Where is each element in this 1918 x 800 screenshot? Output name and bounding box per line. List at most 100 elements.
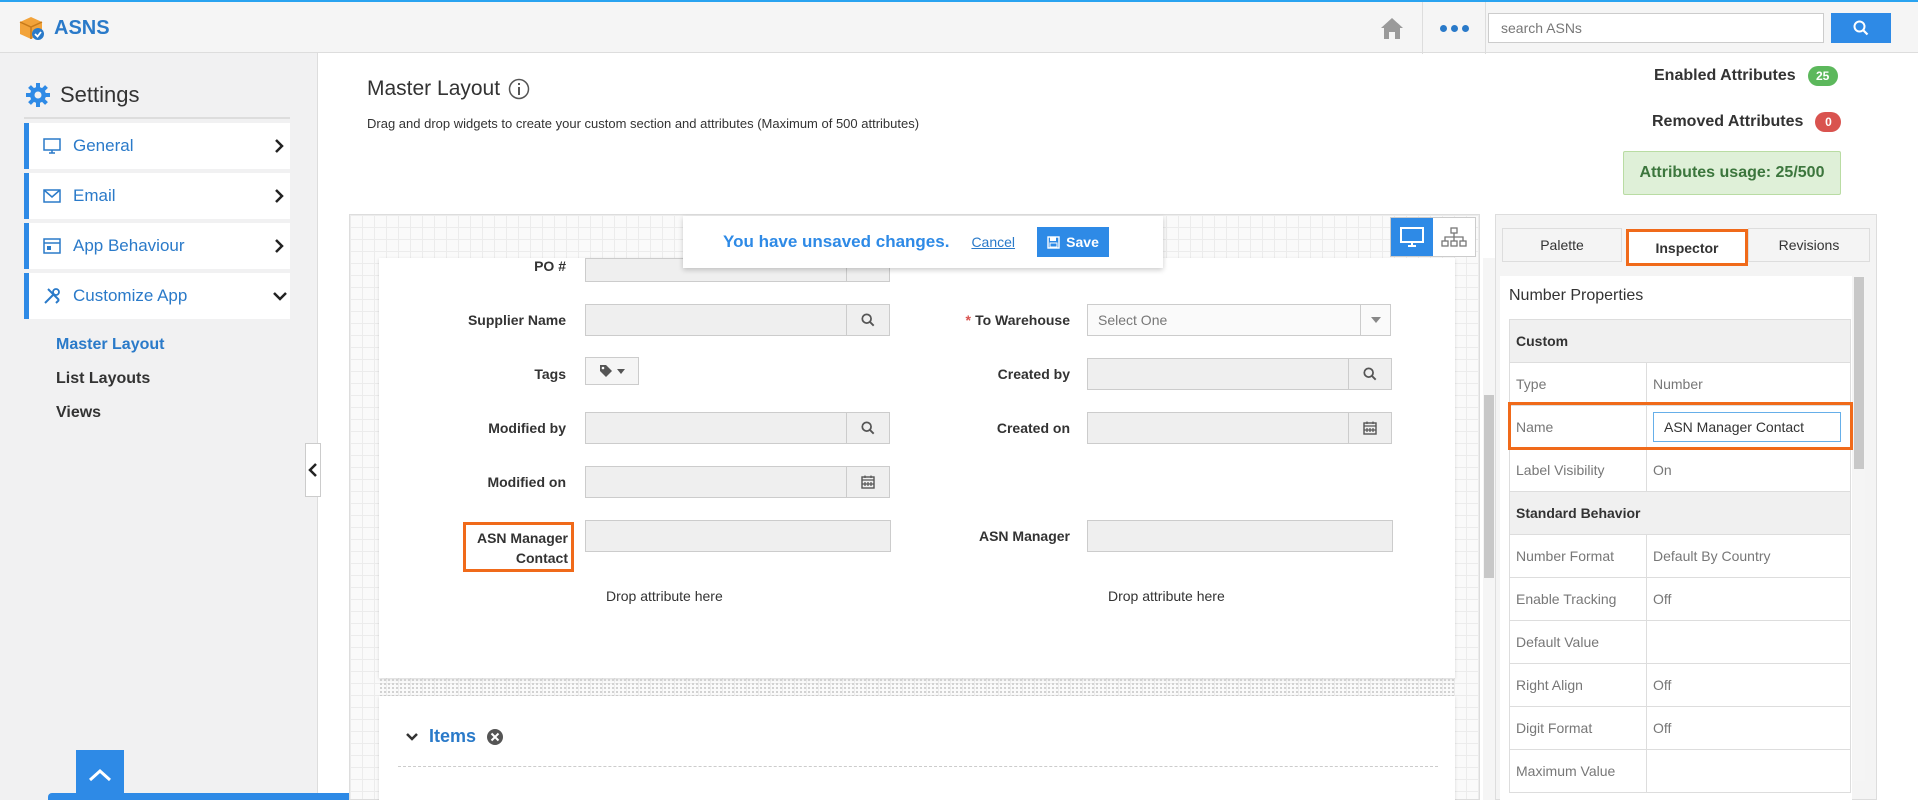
sidebar-item-label: General: [73, 136, 134, 155]
property-row-enable-tracking: Enable Tracking Off: [1509, 577, 1851, 621]
search-icon: [1853, 20, 1869, 36]
tab-revisions[interactable]: Revisions: [1748, 228, 1870, 262]
search-button[interactable]: [1831, 13, 1891, 43]
items-section-title: Items: [429, 726, 477, 746]
property-row-maximum-value: Maximum Value: [1509, 749, 1851, 793]
search-icon: [861, 313, 875, 327]
desktop-view-icon: [1400, 227, 1424, 247]
selected-field-highlight: [463, 522, 574, 572]
subnav-views[interactable]: Views: [56, 404, 101, 422]
home-button[interactable]: [1378, 14, 1408, 44]
section-divider: [379, 678, 1455, 696]
unsaved-message: You have unsaved changes.: [723, 232, 950, 251]
modified-on-field[interactable]: [585, 466, 847, 498]
app-title: ASNS: [54, 16, 110, 39]
property-row-right-align: Right Align Off: [1509, 663, 1851, 707]
field-label-asn-manager: ASN Manager: [978, 528, 1070, 544]
sidebar-item-customize-app[interactable]: Customize App: [24, 273, 290, 319]
supplier-name-field[interactable]: [585, 304, 847, 336]
sidebar-item-label: App Behaviour: [73, 236, 185, 255]
caret-down-icon: [617, 368, 625, 374]
tag-icon: [599, 364, 613, 378]
drop-zone-left[interactable]: Drop attribute here: [606, 588, 723, 604]
sidebar-item-general[interactable]: General: [24, 123, 290, 169]
info-icon[interactable]: [508, 78, 530, 100]
field-label-created-on: Created on: [996, 420, 1070, 436]
name-row-highlight: [1508, 402, 1853, 450]
section-header: Standard Behavior: [1509, 491, 1851, 535]
page-title: Master Layout: [367, 77, 530, 101]
gear-icon: [24, 81, 52, 109]
properties-table: Custom Type Number Name Label Visibility…: [1509, 319, 1851, 793]
to-warehouse-select[interactable]: Select One: [1087, 304, 1391, 336]
monitor-icon: [43, 138, 61, 154]
save-icon: [1047, 235, 1060, 249]
logo-box-icon: [16, 14, 46, 42]
unsaved-changes-bar: You have unsaved changes. Cancel Save: [683, 216, 1163, 268]
drop-zone-right[interactable]: Drop attribute here: [1108, 588, 1225, 604]
app-window-icon: [43, 238, 61, 254]
property-row-type: Type Number: [1509, 362, 1851, 406]
app-logo[interactable]: ASNS: [16, 14, 110, 42]
attributes-usage: Attributes usage: 25/500: [1623, 151, 1841, 195]
tools-icon: [43, 287, 61, 305]
field-label-to-warehouse: To Warehouse: [975, 312, 1070, 328]
chevron-down-icon: [272, 291, 288, 301]
chevron-right-icon: [274, 188, 284, 204]
top-bar: ASNS: [0, 0, 1918, 54]
search-input[interactable]: [1488, 13, 1824, 43]
settings-title: Settings: [60, 82, 140, 107]
field-label-created-by: Created by: [997, 366, 1070, 382]
created-by-field[interactable]: [1087, 358, 1349, 390]
section-header: Custom: [1509, 319, 1851, 363]
property-row-default-value: Default Value: [1509, 620, 1851, 664]
cancel-link[interactable]: Cancel: [971, 234, 1015, 250]
sidebar-item-app-behaviour[interactable]: App Behaviour: [24, 223, 290, 269]
asn-manager-field[interactable]: [1087, 520, 1393, 552]
settings-heading: Settings: [24, 81, 140, 109]
removed-count-badge: 0: [1815, 112, 1842, 132]
items-section: [379, 696, 1455, 800]
collapse-sidebar-button[interactable]: [305, 443, 321, 497]
inspector-scroll-thumb[interactable]: [1854, 277, 1864, 469]
save-button[interactable]: Save: [1037, 227, 1110, 257]
items-section-header[interactable]: Items: [405, 726, 504, 747]
modified-on-calendar-button[interactable]: [846, 466, 890, 498]
modified-by-field[interactable]: [585, 412, 847, 444]
field-label-tags: Tags: [534, 366, 566, 382]
canvas-scroll-thumb[interactable]: [1484, 395, 1494, 578]
modified-by-search-button[interactable]: [846, 412, 890, 444]
view-toggle: [1390, 217, 1476, 257]
settings-sidebar: Settings General Email App Behaviour Cus…: [0, 53, 396, 800]
field-label-modified-by: Modified by: [488, 420, 566, 436]
envelope-icon: [43, 189, 61, 203]
hierarchy-view-button[interactable]: [1433, 218, 1475, 256]
home-icon: [1378, 14, 1408, 42]
chevron-right-icon: [274, 138, 284, 154]
more-menu-button[interactable]: [1422, 2, 1486, 54]
calendar-icon: [861, 475, 875, 489]
supplier-search-button[interactable]: [846, 304, 890, 336]
remove-icon[interactable]: [486, 728, 504, 746]
chevron-left-icon: [308, 462, 318, 478]
tab-inspector[interactable]: Inspector: [1626, 229, 1748, 266]
created-by-search-button[interactable]: [1348, 358, 1392, 390]
sidebar-item-label: Customize App: [73, 286, 188, 305]
tags-dropdown[interactable]: [585, 357, 639, 385]
subnav-list-layouts[interactable]: List Layouts: [56, 370, 150, 388]
created-on-field[interactable]: [1087, 412, 1349, 444]
tab-palette[interactable]: Palette: [1502, 228, 1622, 262]
sidebar-item-label: Email: [73, 186, 116, 205]
properties-title: Number Properties: [1509, 287, 1644, 304]
bottom-bar: [48, 793, 396, 800]
subnav-master-layout[interactable]: Master Layout: [56, 336, 164, 354]
property-row-label-visibility: Label Visibility On: [1509, 448, 1851, 492]
field-label-modified-on: Modified on: [487, 474, 566, 490]
chevron-down-icon[interactable]: [405, 732, 419, 742]
asn-manager-contact-field[interactable]: [585, 520, 891, 552]
created-on-calendar-button[interactable]: [1348, 412, 1392, 444]
property-row-number-format: Number Format Default By Country: [1509, 534, 1851, 578]
desktop-view-button[interactable]: [1391, 218, 1433, 256]
sidebar-item-email[interactable]: Email: [24, 173, 290, 219]
field-label-supplier-name: Supplier Name: [467, 312, 566, 328]
